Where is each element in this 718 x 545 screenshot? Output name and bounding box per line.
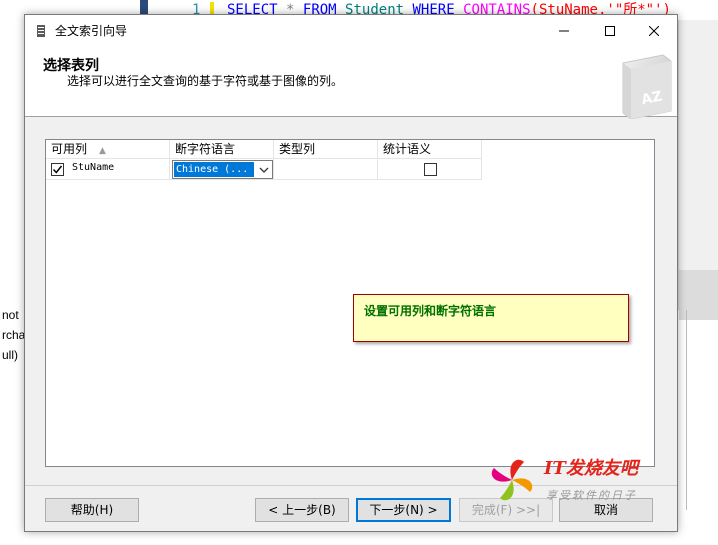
table-cell-language: Chinese (...: [170, 159, 274, 180]
left-text-3: ull): [2, 348, 19, 362]
annotation-text: 设置可用列和断字符语言: [364, 304, 497, 318]
language-dropdown[interactable]: Chinese (...: [172, 160, 273, 179]
column-header-type[interactable]: 类型列: [274, 140, 378, 159]
watermark-subtitle: 享受软件的日子: [546, 489, 637, 502]
column-name: StuName: [72, 162, 115, 173]
right-divider: [686, 310, 687, 510]
close-icon: [649, 26, 659, 36]
chevron-down-icon: [259, 167, 269, 173]
wizard-header: 选择表列 选择可以进行全文查询的基于字符或基于图像的列。 AZ: [25, 47, 677, 119]
close-button[interactable]: [631, 15, 677, 47]
table-row: StuName: [46, 159, 170, 180]
previous-button[interactable]: < 上一步(B): [255, 498, 349, 522]
minimize-button[interactable]: [541, 15, 587, 47]
dialog-title: 全文索引向导: [55, 24, 128, 38]
maximize-button[interactable]: [587, 15, 633, 47]
next-button[interactable]: 下一步(N) >: [356, 498, 451, 522]
table-cell-semantics: [378, 159, 482, 180]
page-subtitle: 选择可以进行全文查询的基于字符或基于图像的列。: [67, 74, 344, 88]
help-button[interactable]: 帮助(H): [45, 498, 139, 522]
checkmark-icon: [52, 165, 63, 174]
column-header-available[interactable]: 可用列 ▲: [46, 140, 170, 159]
column-header-label: 可用列: [51, 142, 88, 156]
left-text-1: not: [2, 308, 19, 322]
left-panel-fragment: not rcha ull): [0, 305, 26, 365]
right-panel-fragment: [678, 20, 718, 320]
title-bar[interactable]: 全文索引向导: [25, 15, 677, 47]
column-header-language[interactable]: 断字符语言: [170, 140, 274, 159]
database-icon: [37, 25, 45, 37]
column-select-checkbox[interactable]: [51, 163, 64, 176]
watermark-logo: IT发烧友吧 享受软件的日子: [484, 452, 674, 512]
column-header-semantics[interactable]: 统计语义: [378, 140, 482, 159]
sort-up-icon: ▲: [99, 146, 106, 156]
language-selected-value: Chinese (...: [174, 162, 254, 177]
table-cell-type[interactable]: [274, 159, 378, 180]
statistical-semantics-checkbox[interactable]: [424, 163, 437, 176]
annotation-callout: 设置可用列和断字符语言: [353, 294, 629, 342]
watermark-title: IT发烧友吧: [544, 458, 638, 479]
left-text-2: rcha: [2, 328, 26, 342]
pinwheel-logo-icon: [491, 459, 533, 501]
fulltext-az-icon: AZ: [622, 54, 672, 119]
minimize-icon: [559, 30, 569, 32]
maximize-icon: [605, 26, 615, 36]
